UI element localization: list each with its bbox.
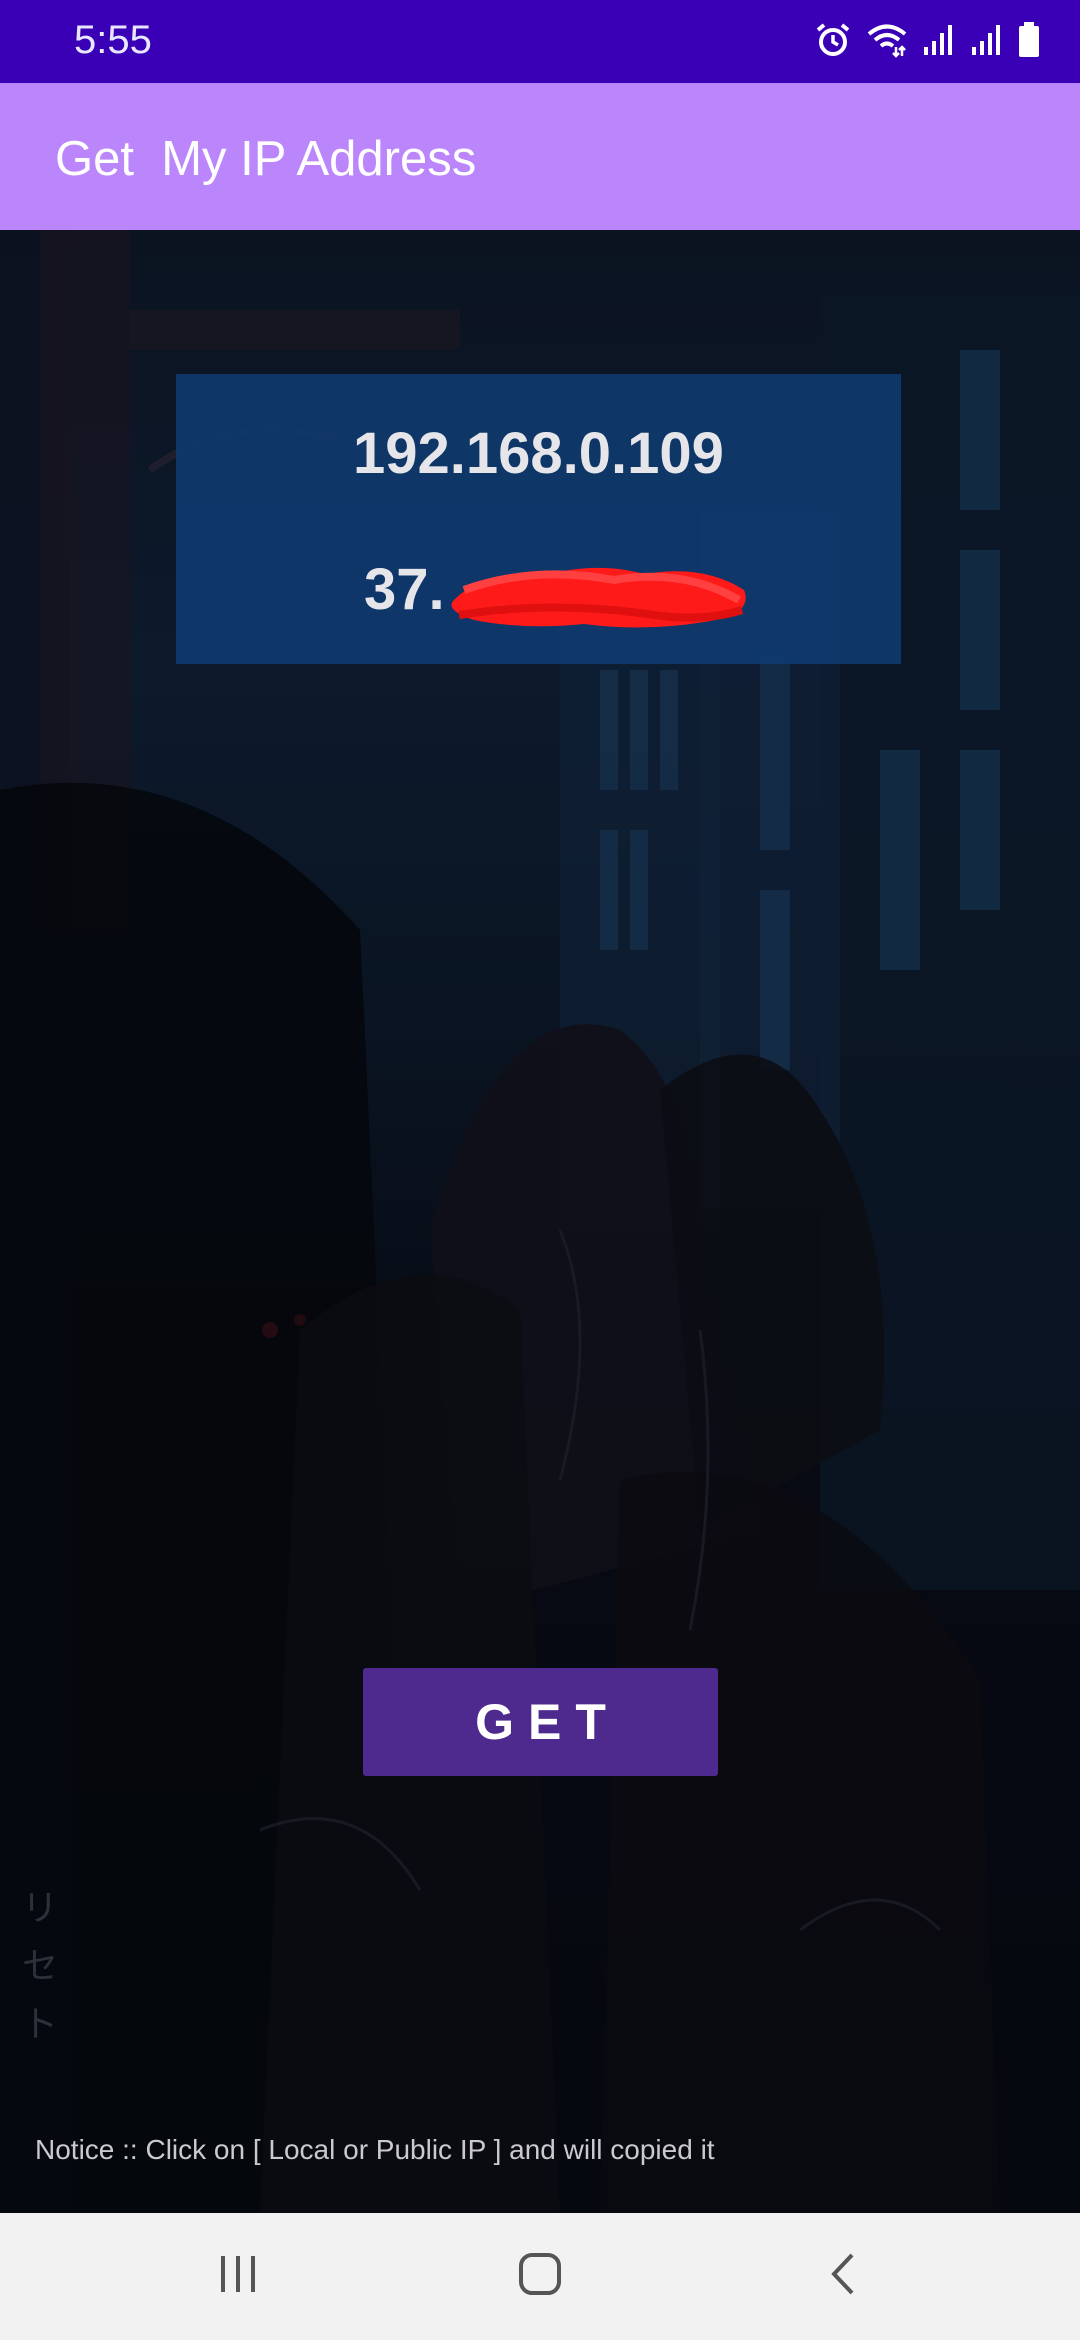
status-icons <box>814 20 1040 64</box>
public-ip-row[interactable]: 37. <box>176 556 901 628</box>
background-vertical-text: リセト <box>22 1888 59 2045</box>
battery-icon <box>1018 21 1040 63</box>
local-ip-text[interactable]: 192.168.0.109 <box>176 420 901 487</box>
back-icon <box>828 2251 858 2302</box>
redaction-scribble <box>451 567 746 628</box>
public-ip-text[interactable]: 37. <box>364 556 445 623</box>
content-area: リセト 192.168.0.109 37. GET Notice :: Clic… <box>0 230 1080 2213</box>
alarm-icon <box>814 21 852 64</box>
status-time: 5:55 <box>74 18 152 62</box>
ip-panel: 192.168.0.109 37. <box>176 374 901 664</box>
signal-icon-2 <box>970 23 1004 62</box>
navigation-bar <box>0 2213 1080 2340</box>
status-bar: 5:55 <box>0 0 1080 83</box>
back-button[interactable] <box>808 2243 878 2309</box>
signal-icon-1 <box>922 23 956 62</box>
home-icon <box>517 2251 563 2302</box>
recent-apps-icon <box>216 2254 260 2299</box>
get-button[interactable]: GET <box>363 1668 718 1776</box>
recent-apps-button[interactable] <box>203 2243 273 2309</box>
notice-text: Notice :: Click on [ Local or Public IP … <box>35 2134 715 2165</box>
app-title: Get My IP Address <box>55 132 477 186</box>
wifi-icon <box>866 21 908 64</box>
screen: 5:55 Get My IP Address リ セ ト 192.168.0.1… <box>0 0 1080 2340</box>
home-button[interactable] <box>505 2243 575 2309</box>
app-bar: Get My IP Address <box>0 83 1080 230</box>
